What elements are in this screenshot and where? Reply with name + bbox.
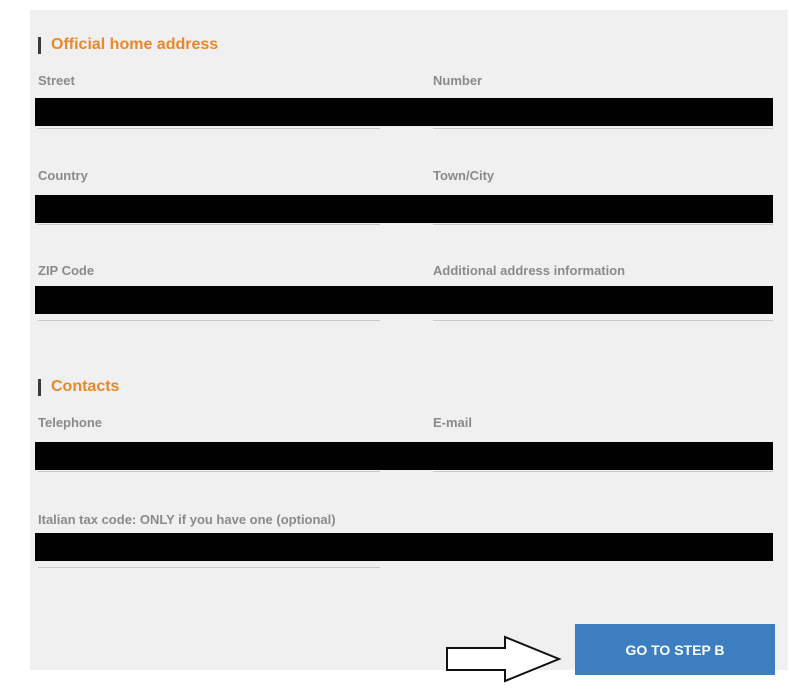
additional-info-label: Additional address information	[433, 263, 626, 278]
email-field-underline	[433, 471, 773, 472]
section-marker-bar	[38, 36, 41, 54]
town-city-label: Town/City	[433, 168, 495, 183]
section-title-contacts: Contacts	[38, 378, 119, 396]
zip-code-field-underline	[38, 320, 380, 321]
pointer-arrow-icon	[446, 635, 562, 683]
zip-code-label: ZIP Code	[38, 263, 95, 278]
street-label: Street	[38, 73, 75, 88]
form-panel: Official home address Street Number Coun…	[30, 10, 788, 683]
additional-info-field-underline	[433, 320, 773, 321]
redacted-zip-additional-inputs[interactable]	[35, 286, 773, 314]
country-field-underline	[38, 224, 380, 225]
number-field-underline	[433, 128, 773, 129]
email-label: E-mail	[433, 415, 473, 430]
section-title-contacts-text: Contacts	[51, 378, 120, 395]
number-label: Number	[433, 73, 483, 88]
go-to-step-b-button[interactable]: GO TO STEP B	[575, 624, 775, 675]
tax-code-label: Italian tax code: ONLY if you have one (…	[38, 512, 336, 527]
section-title-address: Official home address	[38, 36, 218, 54]
street-field-underline	[38, 128, 380, 129]
section-marker-bar	[38, 378, 41, 396]
telephone-field-underline	[38, 471, 380, 472]
redacted-tax-code-input[interactable]	[35, 533, 773, 561]
redacted-street-number-inputs[interactable]	[35, 98, 773, 126]
redacted-country-town-inputs[interactable]	[35, 195, 773, 223]
town-city-field-underline	[433, 224, 773, 225]
redacted-telephone-email-inputs[interactable]	[35, 442, 773, 470]
country-label: Country	[38, 168, 88, 183]
section-title-address-text: Official home address	[51, 36, 219, 53]
tax-code-field-underline	[38, 567, 380, 568]
telephone-label: Telephone	[38, 415, 103, 430]
